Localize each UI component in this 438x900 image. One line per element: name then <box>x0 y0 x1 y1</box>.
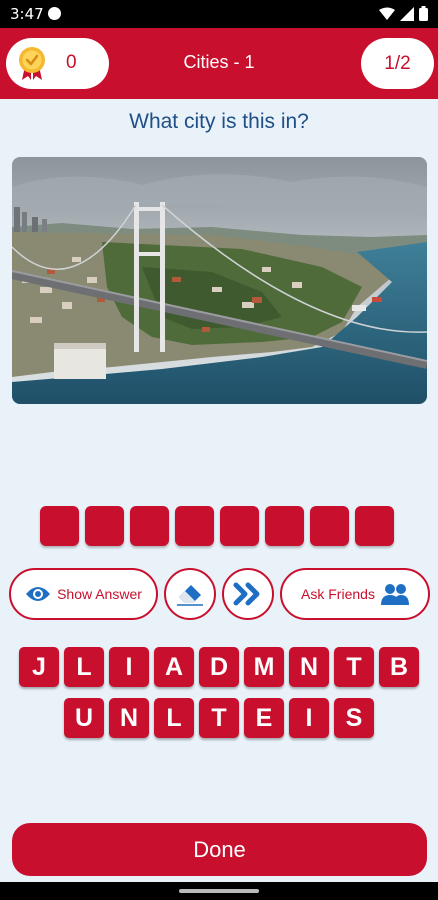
status-time: 3:47 <box>10 5 44 23</box>
answer-slot[interactable] <box>220 506 259 546</box>
letter-tile[interactable]: U <box>64 698 104 738</box>
letter-row-1: J L I A D M N T B <box>0 647 438 687</box>
status-bar: 3:47 <box>0 0 438 28</box>
battery-icon <box>419 6 428 21</box>
answer-slot[interactable] <box>175 506 214 546</box>
done-button[interactable]: Done <box>12 823 427 876</box>
letter-tile[interactable]: N <box>109 698 149 738</box>
hint-actions: Show Answer Ask Friends <box>0 568 438 620</box>
letter-row-2: U N L T E I S <box>0 698 438 738</box>
ask-friends-button[interactable]: Ask Friends <box>280 568 430 620</box>
question-text: What city is this in? <box>129 110 309 133</box>
answer-slots <box>40 506 394 546</box>
friends-icon <box>380 584 409 605</box>
letter-tile[interactable]: T <box>334 647 374 687</box>
letter-tile[interactable]: T <box>199 698 239 738</box>
answer-slot[interactable] <box>310 506 349 546</box>
letter-tile[interactable]: E <box>244 698 284 738</box>
show-answer-button[interactable]: Show Answer <box>9 568 158 620</box>
letter-tile[interactable]: N <box>289 647 329 687</box>
navigation-bar <box>0 882 438 900</box>
city-photo <box>12 157 427 404</box>
skip-button[interactable] <box>222 568 274 620</box>
letter-tile[interactable]: J <box>19 647 59 687</box>
wifi-icon <box>379 7 395 20</box>
app-header: 0 Cities - 1 1/2 <box>0 28 438 99</box>
answer-slot[interactable] <box>355 506 394 546</box>
fast-forward-icon <box>233 582 260 606</box>
letter-tile[interactable]: I <box>289 698 329 738</box>
answer-slot[interactable] <box>130 506 169 546</box>
letter-tile[interactable]: S <box>334 698 374 738</box>
letter-tile[interactable]: D <box>199 647 239 687</box>
notification-icon <box>48 7 61 20</box>
letter-tile[interactable]: M <box>244 647 284 687</box>
ask-friends-label: Ask Friends <box>301 586 375 602</box>
home-indicator[interactable] <box>179 889 259 893</box>
show-answer-label: Show Answer <box>57 586 142 602</box>
letter-tile[interactable]: L <box>64 647 104 687</box>
answer-slot[interactable] <box>85 506 124 546</box>
signal-icon <box>400 6 414 21</box>
letter-tile[interactable]: I <box>109 647 149 687</box>
eraser-icon <box>177 585 203 606</box>
eye-icon <box>26 587 51 601</box>
letter-tile[interactable]: L <box>154 698 194 738</box>
status-icons <box>379 6 428 21</box>
question-progress: 1/2 <box>361 38 434 89</box>
answer-slot[interactable] <box>40 506 79 546</box>
erase-button[interactable] <box>164 568 216 620</box>
answer-slot[interactable] <box>265 506 304 546</box>
letter-tile[interactable]: B <box>379 647 419 687</box>
letter-tile[interactable]: A <box>154 647 194 687</box>
